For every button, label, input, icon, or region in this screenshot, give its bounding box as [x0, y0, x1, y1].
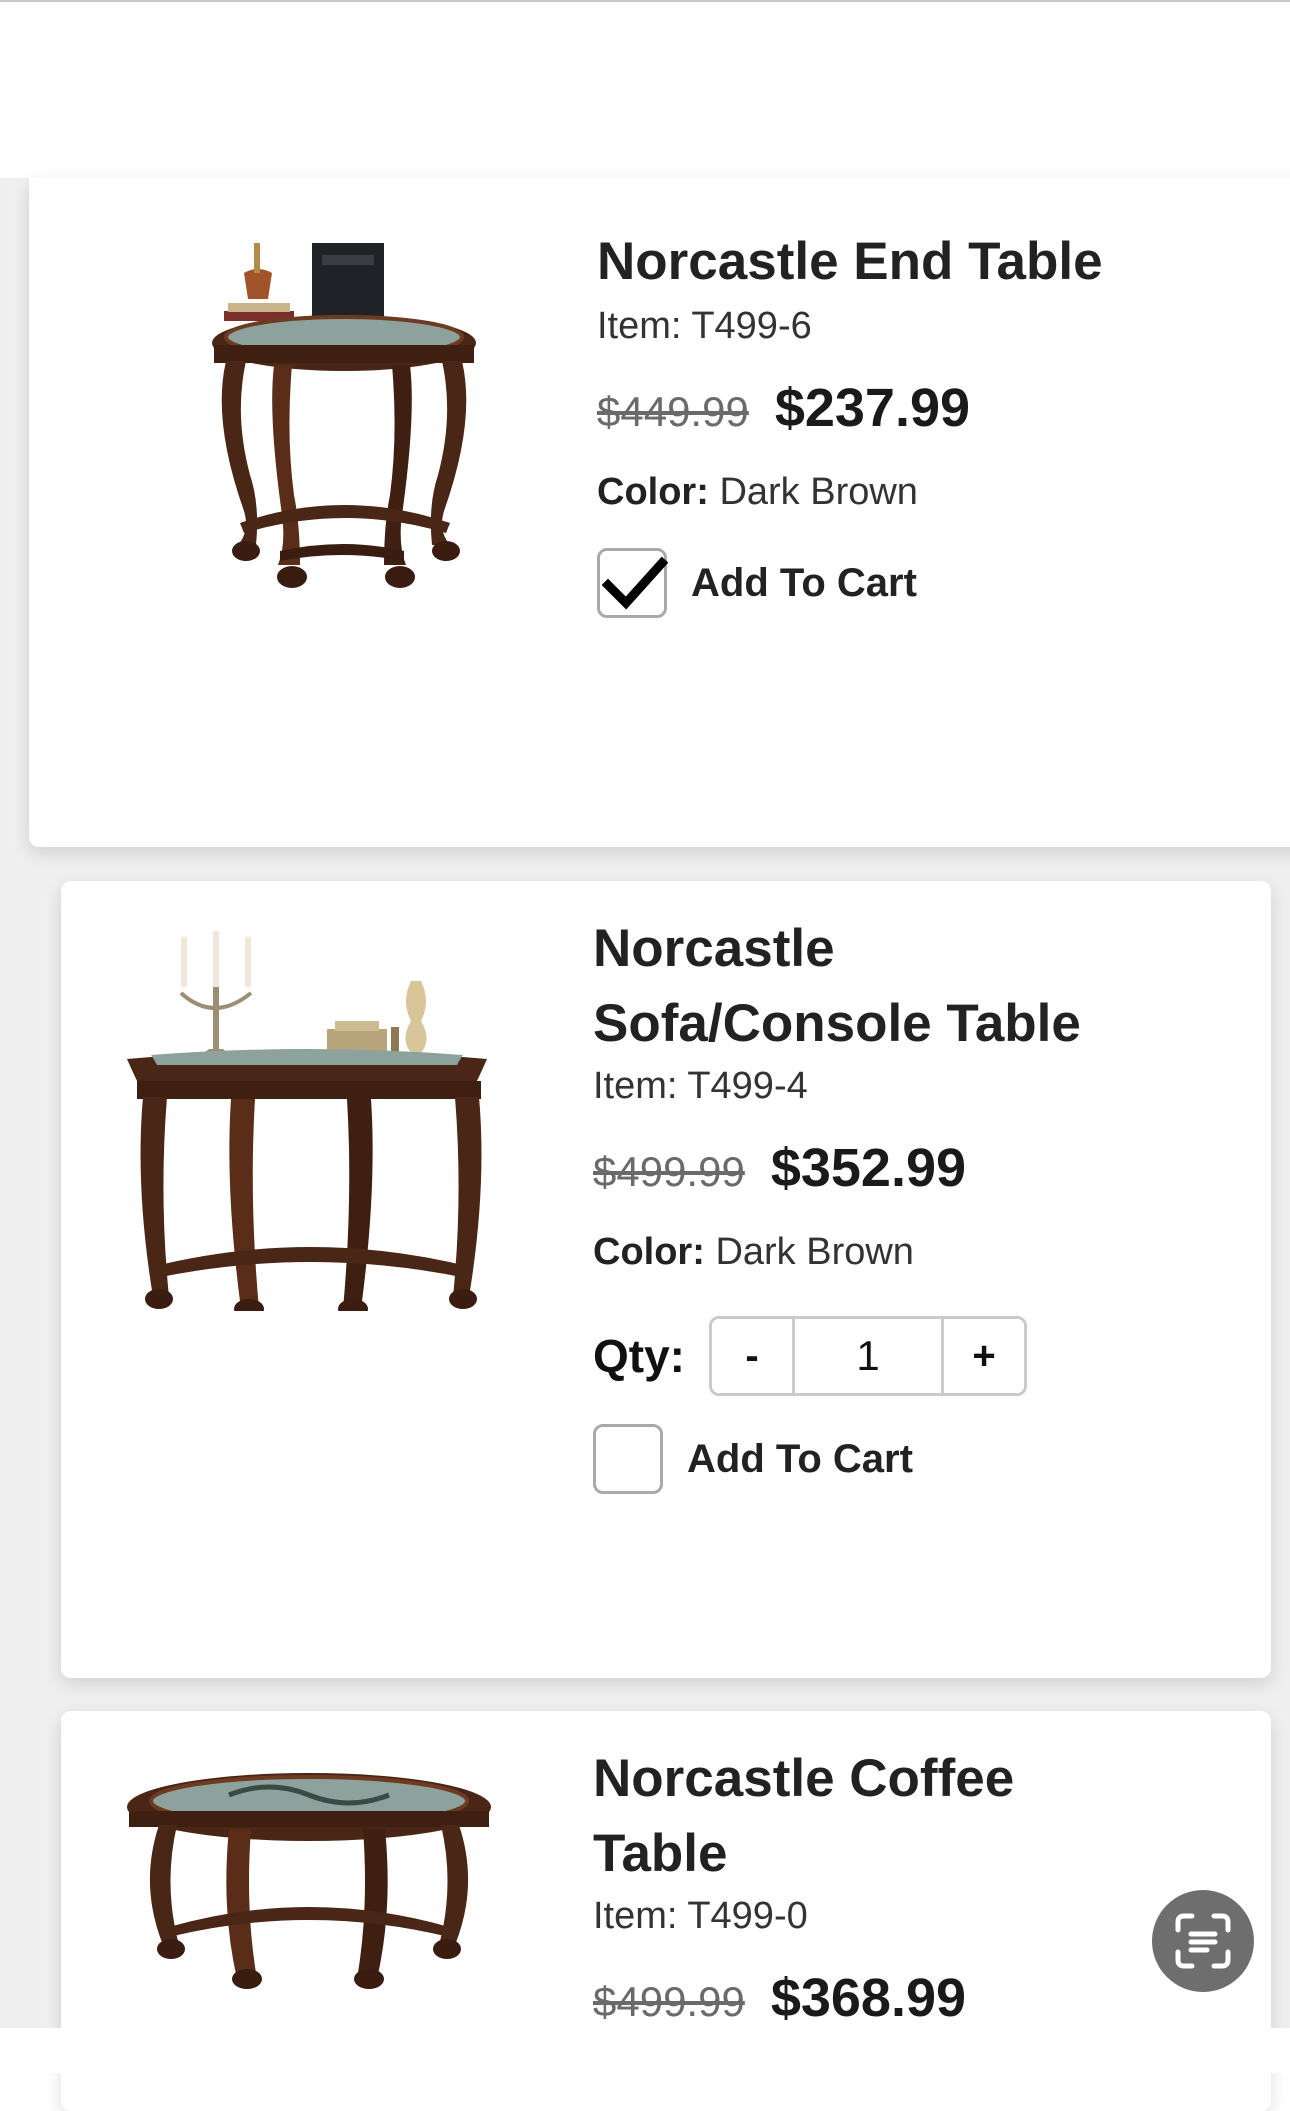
- product-info: Norcastle Sofa/Console Table Item: T499-…: [593, 911, 1153, 1494]
- sale-price: $368.99: [770, 1968, 967, 2028]
- qty-increment-button[interactable]: +: [944, 1319, 1024, 1393]
- add-to-cart-row[interactable]: Add To Cart: [593, 1424, 1153, 1494]
- add-to-cart-checkbox[interactable]: [597, 548, 668, 618]
- product-title[interactable]: Norcastle Coffee Table: [593, 1741, 1153, 1891]
- qty-input[interactable]: 1: [792, 1319, 944, 1393]
- add-to-cart-label[interactable]: Add To Cart: [691, 561, 917, 606]
- color-row: Color: Dark Brown: [597, 471, 1157, 514]
- color-label: Color:: [593, 1231, 705, 1273]
- qty-decrement-button[interactable]: -: [712, 1319, 792, 1393]
- product-title[interactable]: Norcastle End Table: [597, 224, 1157, 299]
- quantity-stepper: - 1 +: [709, 1316, 1027, 1396]
- product-card-console-table: Norcastle Sofa/Console Table Item: T499-…: [61, 881, 1271, 1678]
- scan-text-button[interactable]: [1152, 1890, 1254, 1992]
- original-price: $499.99: [593, 1148, 745, 1195]
- checkmark-icon: [602, 556, 668, 610]
- candle: [181, 937, 187, 987]
- color-value: Dark Brown: [719, 471, 918, 513]
- item-number: Item: T499-6: [597, 305, 812, 347]
- decor-vase: [405, 981, 427, 1055]
- item-number: Item: T499-4: [593, 1065, 808, 1107]
- sale-price: $237.99: [774, 378, 971, 438]
- price-row: $499.99 $352.99: [593, 1137, 1153, 1199]
- console-table-image[interactable]: [121, 931, 501, 1311]
- sale-price: $352.99: [770, 1138, 967, 1198]
- product-card-end-table: Norcastle End Table Item: T499-6 $449.99…: [29, 178, 1290, 847]
- add-to-cart-checkbox[interactable]: [593, 1424, 663, 1494]
- coffee-table-image[interactable]: [119, 1767, 499, 1997]
- add-to-cart-label[interactable]: Add To Cart: [687, 1437, 913, 1482]
- product-info: Norcastle End Table Item: T499-6 $449.99…: [597, 224, 1157, 618]
- end-table-image[interactable]: [184, 233, 504, 633]
- item-number: Item: T499-0: [593, 1895, 808, 1937]
- color-value: Dark Brown: [715, 1231, 914, 1273]
- product-title[interactable]: Norcastle Sofa/Console Table: [593, 911, 1153, 1061]
- original-price: $499.99: [593, 1978, 745, 2025]
- add-to-cart-row[interactable]: Add To Cart: [597, 548, 1157, 618]
- top-rule: [0, 0, 1290, 2]
- color-row: Color: Dark Brown: [593, 1231, 1153, 1274]
- original-price: $449.99: [597, 388, 749, 435]
- price-row: $499.99 $368.99: [593, 1967, 1153, 2029]
- color-label: Color:: [597, 471, 709, 513]
- qty-label: Qty:: [593, 1330, 685, 1382]
- price-row: $449.99 $237.99: [597, 377, 1157, 439]
- bottom-strip: [0, 2028, 1290, 2073]
- product-info: Norcastle Coffee Table Item: T499-0 $499…: [593, 1741, 1153, 2029]
- quantity-row: Qty: - 1 +: [593, 1316, 1153, 1396]
- decor-urn: [244, 269, 272, 299]
- scan-text-icon: [1175, 1913, 1231, 1969]
